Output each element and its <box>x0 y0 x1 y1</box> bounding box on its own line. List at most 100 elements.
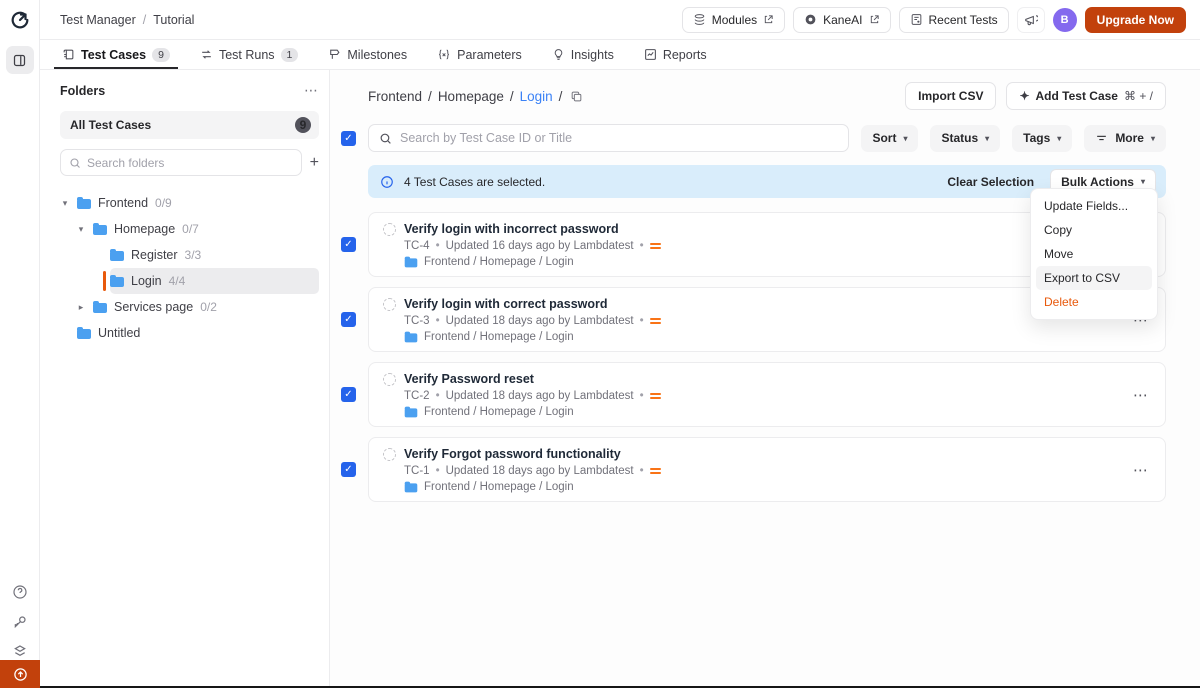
test-case-search <box>368 124 849 152</box>
menu-item-copy[interactable]: Copy <box>1036 218 1152 242</box>
key-icon[interactable] <box>12 614 28 630</box>
integrations-icon[interactable] <box>12 644 28 660</box>
card-menu-button[interactable]: ⋯ <box>1133 461 1149 479</box>
menu-item-move[interactable]: Move <box>1036 242 1152 266</box>
caret-down-icon: ▾ <box>903 134 907 143</box>
status-filter-button[interactable]: Status ▾ <box>930 125 1000 152</box>
search-icon <box>379 132 392 145</box>
tab-insights[interactable]: Insights <box>550 40 616 69</box>
milestones-icon <box>328 48 341 61</box>
tree-item-services-page[interactable]: ▸ Services page 0/2 <box>76 294 319 320</box>
menu-item-export-to-csv[interactable]: Export to CSV <box>1036 266 1152 290</box>
breadcrumb-project[interactable]: Tutorial <box>153 13 194 27</box>
caret-down-icon[interactable]: ▾ <box>60 198 70 209</box>
upgrade-now-button[interactable]: Upgrade Now <box>1085 7 1186 33</box>
external-link-icon <box>763 14 774 25</box>
updated-meta: Updated 16 days ago by Lambdatest <box>446 240 634 252</box>
folder-search-input[interactable] <box>87 156 293 170</box>
clear-selection-button[interactable]: Clear Selection <box>947 175 1034 189</box>
test-runs-count-badge: 1 <box>281 48 299 62</box>
folders-menu-button[interactable]: ⋯ <box>304 82 319 99</box>
breadcrumb-app[interactable]: Test Manager <box>60 13 136 27</box>
all-test-cases-item[interactable]: All Test Cases 9 <box>60 111 319 139</box>
test-case-title[interactable]: Verify Forgot password functionality <box>404 447 621 461</box>
filter-lines-icon <box>1095 132 1108 145</box>
updated-meta: Updated 18 days ago by Lambdatest <box>446 390 634 402</box>
modules-label: Modules <box>712 13 757 27</box>
modules-button[interactable]: Modules <box>682 7 785 33</box>
more-filters-button[interactable]: More ▾ <box>1084 125 1166 152</box>
keyboard-shortcut: ⌘ + / <box>1124 89 1153 103</box>
test-case-title[interactable]: Verify Password reset <box>404 372 534 386</box>
tags-filter-button[interactable]: Tags ▾ <box>1012 125 1072 152</box>
updated-meta: Updated 18 days ago by Lambdatest <box>446 315 634 327</box>
reports-icon <box>644 48 657 61</box>
folder-breadcrumb: Frontend / Homepage / Login / <box>368 89 583 104</box>
tree-item-untitled[interactable]: Untitled <box>77 320 319 346</box>
tab-milestones[interactable]: Milestones <box>326 40 409 69</box>
status-circle-icon <box>383 448 396 461</box>
upgrade-rail-button[interactable] <box>0 660 40 688</box>
add-folder-button[interactable]: + <box>310 155 319 171</box>
status-circle-icon <box>383 298 396 311</box>
test-case-title[interactable]: Verify login with correct password <box>404 297 608 311</box>
tree-item-homepage[interactable]: ▾ Homepage 0/7 <box>76 216 319 242</box>
row-checkbox[interactable] <box>341 462 356 477</box>
tree-item-login[interactable]: Login 4/4 <box>110 268 319 294</box>
recent-tests-icon <box>910 13 923 26</box>
recent-tests-button[interactable]: Recent Tests <box>899 7 1009 33</box>
top-header: Test Manager / Tutorial Modules KaneAI R… <box>40 0 1200 40</box>
tab-parameters[interactable]: Parameters <box>435 40 524 69</box>
test-case-search-input[interactable] <box>400 131 838 145</box>
breadcrumb-separator: / <box>143 13 146 27</box>
test-case-id: TC-3 <box>404 315 430 327</box>
caret-down-icon[interactable]: ▾ <box>76 224 86 235</box>
main-content: Frontend / Homepage / Login / Import CSV… <box>330 70 1200 688</box>
tab-test-cases[interactable]: Test Cases 9 <box>60 40 172 69</box>
tab-bar: Test Cases 9 Test Runs 1 Milestones Para… <box>40 40 1200 70</box>
breadcrumb-login[interactable]: Login <box>520 89 553 104</box>
row-checkbox[interactable] <box>341 237 356 252</box>
info-icon <box>380 175 394 189</box>
card-menu-button[interactable]: ⋯ <box>1133 386 1149 404</box>
user-avatar[interactable]: B <box>1053 8 1077 32</box>
test-case-card[interactable]: Verify Forgot password functionality TC-… <box>368 437 1166 502</box>
test-case-path: Frontend / Homepage / Login <box>424 331 574 343</box>
import-csv-button[interactable]: Import CSV <box>905 82 996 110</box>
kaneai-button[interactable]: KaneAI <box>793 7 890 33</box>
announcements-button[interactable] <box>1017 7 1045 33</box>
folder-icon <box>405 407 418 418</box>
test-case-row: Verify Forgot password functionality TC-… <box>341 437 1166 502</box>
folder-icon <box>110 275 124 287</box>
priority-medium-icon <box>650 243 661 249</box>
caret-right-icon[interactable]: ▸ <box>76 302 86 313</box>
tree-item-frontend[interactable]: ▾ Frontend 0/9 <box>60 190 319 216</box>
tree-item-register[interactable]: Register 3/3 <box>110 242 319 268</box>
copy-icon[interactable] <box>570 90 583 103</box>
status-circle-icon <box>383 223 396 236</box>
sidebar-toggle-button[interactable] <box>6 46 34 74</box>
all-test-cases-count: 9 <box>295 117 311 133</box>
folders-sidebar: Folders ⋯ All Test Cases 9 + ▾ <box>40 70 330 688</box>
search-icon <box>69 157 81 169</box>
help-icon[interactable] <box>12 584 28 600</box>
sort-button[interactable]: Sort ▾ <box>861 125 918 152</box>
select-all-checkbox[interactable] <box>341 131 356 146</box>
lambdatest-logo-icon[interactable] <box>9 9 31 36</box>
menu-item-delete[interactable]: Delete <box>1036 290 1152 314</box>
row-checkbox[interactable] <box>341 312 356 327</box>
test-case-card[interactable]: Verify Password reset TC-2 • Updated 18 … <box>368 362 1166 427</box>
folder-icon <box>110 249 124 261</box>
folders-title: Folders <box>60 84 105 98</box>
menu-item-update-fields[interactable]: Update Fields... <box>1036 194 1152 218</box>
test-case-path: Frontend / Homepage / Login <box>424 256 574 268</box>
folder-icon <box>405 257 418 268</box>
breadcrumb-homepage[interactable]: Homepage <box>438 89 504 104</box>
tab-reports[interactable]: Reports <box>642 40 709 69</box>
add-test-case-button[interactable]: ✦ Add Test Case ⌘ + / <box>1006 82 1166 110</box>
tab-test-runs[interactable]: Test Runs 1 <box>198 40 300 69</box>
breadcrumb-frontend[interactable]: Frontend <box>368 89 422 104</box>
test-case-title[interactable]: Verify login with incorrect password <box>404 222 619 236</box>
row-checkbox[interactable] <box>341 387 356 402</box>
status-circle-icon <box>383 373 396 386</box>
